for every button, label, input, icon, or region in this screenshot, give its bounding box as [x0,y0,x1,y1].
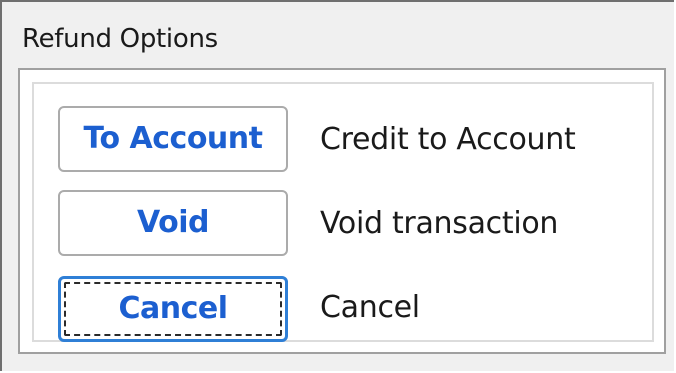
options-group: To Account Credit to Account Void Void t… [18,68,666,354]
cancel-button[interactable]: Cancel [58,276,288,342]
void-description: Void transaction [320,206,559,241]
to-account-button[interactable]: To Account [58,106,288,172]
refund-options-dialog: Refund Options To Account Credit to Acco… [0,0,674,371]
dialog-title: Refund Options [22,24,218,54]
cancel-description: Cancel [320,290,420,325]
void-button[interactable]: Void [58,190,288,256]
title-bar: Refund Options [2,2,674,66]
cancel-button-label: Cancel [118,291,228,326]
to-account-description: Credit to Account [320,122,576,157]
